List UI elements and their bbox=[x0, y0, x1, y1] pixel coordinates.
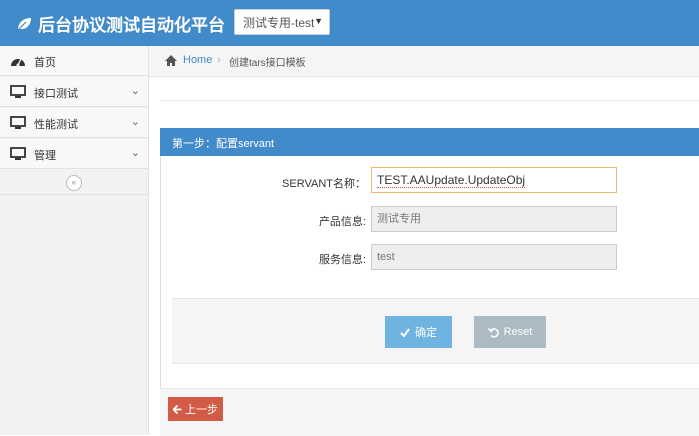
environment-select[interactable]: 测试专用-test ▼ bbox=[234, 9, 330, 35]
service-info-label: 服务信息: bbox=[318, 254, 366, 266]
reset-button-label: Reset bbox=[503, 326, 533, 338]
reset-button[interactable]: Reset bbox=[474, 316, 546, 348]
confirm-button-label: 确定 bbox=[415, 327, 437, 339]
sidebar-collapse-row: « bbox=[0, 170, 148, 195]
sidebar-item-performance-test[interactable]: 性能测试 ⌄ bbox=[0, 108, 148, 138]
product-info-value: 测试专用 bbox=[377, 213, 421, 225]
caret-down-icon: ▼ bbox=[314, 16, 323, 26]
check-icon bbox=[400, 327, 410, 337]
form-actions: 确定 Reset bbox=[172, 298, 699, 364]
step-panel-header: 第一步：配置servant bbox=[160, 128, 699, 156]
sidebar-item-label: 管理 bbox=[34, 150, 56, 162]
arrow-left-icon bbox=[173, 404, 182, 414]
breadcrumb-separator: › bbox=[217, 54, 221, 66]
sidebar-item-label: 接口测试 bbox=[34, 88, 78, 100]
servant-name-value: TEST.AAUpdate.UpdateObj bbox=[377, 173, 526, 188]
sidebar: 首页 接口测试 ⌄ 性能测试 ⌄ 管理 ⌄ « bbox=[0, 46, 149, 435]
sidebar-item-interface-test[interactable]: 接口测试 ⌄ bbox=[0, 77, 148, 107]
breadcrumb-current: 创建tars接口模板 bbox=[229, 58, 306, 69]
divider bbox=[160, 100, 699, 101]
sidebar-item-label: 性能测试 bbox=[34, 119, 78, 131]
servant-name-input[interactable]: TEST.AAUpdate.UpdateObj bbox=[371, 167, 617, 193]
servant-name-label: SERVANT名称： bbox=[282, 178, 366, 190]
sidebar-item-label: 首页 bbox=[34, 57, 56, 69]
step-footer: 上一步 bbox=[160, 388, 699, 436]
service-info-input[interactable]: test bbox=[371, 244, 617, 270]
app-title: 后台协议测试自动化平台 bbox=[38, 16, 225, 35]
previous-step-button[interactable]: 上一步 bbox=[168, 397, 223, 421]
confirm-button[interactable]: 确定 bbox=[385, 316, 452, 348]
leaf-icon bbox=[17, 17, 31, 30]
desktop-icon bbox=[10, 147, 26, 160]
desktop-icon bbox=[10, 85, 26, 98]
breadcrumb: Home › 创建tars接口模板 bbox=[149, 46, 699, 77]
top-navbar: 后台协议测试自动化平台 测试专用-test ▼ bbox=[0, 0, 699, 46]
product-info-input[interactable]: 测试专用 bbox=[371, 206, 617, 232]
environment-select-value: 测试专用-test bbox=[243, 15, 315, 30]
dashboard-icon bbox=[11, 58, 25, 67]
chevron-down-icon: ⌄ bbox=[130, 116, 140, 128]
brand[interactable]: 后台协议测试自动化平台 bbox=[16, 11, 225, 36]
collapse-sidebar-button[interactable]: « bbox=[66, 175, 82, 191]
sidebar-item-home[interactable]: 首页 bbox=[0, 46, 148, 76]
previous-step-label: 上一步 bbox=[185, 404, 218, 416]
home-icon bbox=[165, 55, 177, 66]
sidebar-item-admin[interactable]: 管理 ⌄ bbox=[0, 139, 148, 169]
breadcrumb-home-link[interactable]: Home bbox=[183, 54, 212, 66]
undo-icon bbox=[487, 327, 499, 338]
chevron-down-icon: ⌄ bbox=[130, 85, 140, 97]
service-info-value: test bbox=[377, 251, 395, 263]
step-panel-title: 第一步：配置servant bbox=[172, 138, 275, 150]
desktop-icon bbox=[10, 116, 26, 129]
chevron-down-icon: ⌄ bbox=[130, 147, 140, 159]
product-info-label: 产品信息: bbox=[318, 216, 366, 228]
